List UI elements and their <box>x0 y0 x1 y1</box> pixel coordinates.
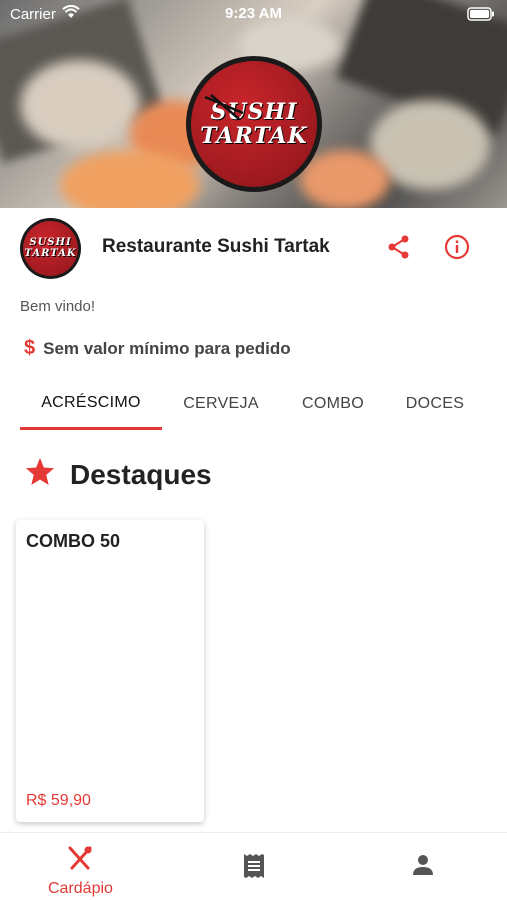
hero-bg-shape <box>20 60 140 150</box>
small-logo-line2: TARTAK <box>24 248 77 259</box>
small-logo-line1: SUSHI <box>29 237 72 248</box>
tab-doces[interactable]: DOCES <box>386 378 484 430</box>
hero-logo: SUSHI TARTAK <box>186 56 322 192</box>
nav-orders[interactable] <box>242 853 266 884</box>
nav-menu-label: Cardápio <box>48 880 113 897</box>
section-header: Destaques <box>24 456 212 493</box>
receipt-icon <box>242 853 266 884</box>
bottom-nav: Cardápio <box>0 832 507 900</box>
dollar-icon: $ <box>24 337 36 359</box>
hero-bg-shape <box>300 150 390 208</box>
tab-cerveja[interactable]: CERVEJA <box>162 378 280 430</box>
user-icon <box>411 853 435 882</box>
star-icon <box>24 456 56 493</box>
share-icon[interactable] <box>384 232 414 262</box>
chopsticks-icon <box>204 94 244 120</box>
info-icon[interactable] <box>442 232 472 262</box>
status-time: 9:23 AM <box>225 5 282 22</box>
category-tabs: ACRÉSCIMO CERVEJA COMBO DOCES <box>20 378 507 432</box>
nav-profile[interactable] <box>411 853 435 882</box>
utensils-icon <box>66 845 94 876</box>
restaurant-header: SUSHI TARTAK Restaurante Sushi Tartak <box>20 218 487 279</box>
tab-combo[interactable]: COMBO <box>280 378 386 430</box>
status-bar: Carrier 9:23 AM <box>0 0 507 28</box>
product-name: COMBO 50 <box>26 531 121 551</box>
product-price: R$ 59,90 <box>26 792 91 809</box>
minimum-order: $ Sem valor mínimo para pedido <box>24 337 291 360</box>
product-card[interactable]: COMBO 50 R$ 59,90 <box>16 520 204 822</box>
battery-icon <box>467 7 495 25</box>
section-title: Destaques <box>70 458 212 490</box>
tab-acrescimo[interactable]: ACRÉSCIMO <box>20 378 162 430</box>
hero-logo-line2: TARTAK <box>200 123 308 149</box>
nav-menu[interactable]: Cardápio <box>48 845 113 898</box>
minimum-order-text: Sem valor mínimo para pedido <box>43 338 291 358</box>
welcome-text: Bem vindo! <box>20 298 96 315</box>
restaurant-logo: SUSHI TARTAK <box>20 218 81 279</box>
restaurant-name: Restaurante Sushi Tartak <box>102 236 330 257</box>
